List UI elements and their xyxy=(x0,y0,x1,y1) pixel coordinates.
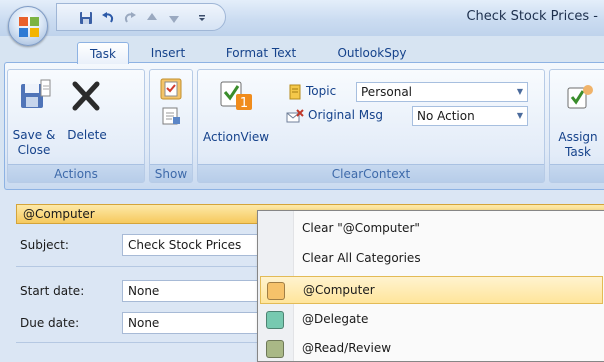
actionview-button[interactable]: ActionView xyxy=(202,130,270,145)
show-group: Show xyxy=(149,69,193,183)
clearcontext-group-label: ClearContext xyxy=(198,164,544,182)
tab-task[interactable]: Task xyxy=(77,42,129,64)
actions-group: Save & Close Delete Actions xyxy=(7,69,145,183)
menu-item-clear-all-categories[interactable]: Clear All Categories xyxy=(260,245,603,273)
topic-icon xyxy=(289,84,301,100)
save-close-button[interactable]: Save & Close xyxy=(10,128,58,158)
actions-group-label: Actions xyxy=(8,164,144,182)
topic-select-value: Personal xyxy=(361,85,413,99)
menu-item-category-delegate[interactable]: @Delegate xyxy=(260,306,603,334)
down-arrow-icon[interactable] xyxy=(167,11,181,25)
assign-group-label xyxy=(550,164,604,182)
tab-outlookspy[interactable]: OutlookSpy xyxy=(332,42,412,64)
title-bar: Check Stock Prices - xyxy=(0,0,604,36)
categorize-menu: Clear "@Computer" Clear All Categories @… xyxy=(257,210,604,362)
office-button[interactable] xyxy=(8,6,48,46)
delete-icon xyxy=(72,81,100,111)
original-msg-select[interactable]: No Action ▼ xyxy=(412,106,528,126)
topic-select[interactable]: Personal ▼ xyxy=(356,82,528,102)
assign-task-icon xyxy=(567,85,593,109)
task-view-icon[interactable] xyxy=(160,78,182,100)
assign-group: Assign Task xyxy=(549,69,604,183)
original-msg-select-value: No Action xyxy=(417,109,475,123)
assign-task-button[interactable]: Assign Task xyxy=(552,130,604,160)
save-close-icon xyxy=(21,79,51,108)
undo-icon[interactable] xyxy=(101,11,115,25)
menu-item-clear-category[interactable]: Clear "@Computer" xyxy=(260,215,603,243)
office-logo-icon xyxy=(19,17,39,37)
quick-access-toolbar xyxy=(56,3,226,31)
start-date-label: Start date: xyxy=(20,284,85,298)
due-date-label: Due date: xyxy=(20,316,80,330)
category-color-swatch xyxy=(267,282,285,300)
subject-label: Subject: xyxy=(20,238,69,252)
start-date-input[interactable]: None xyxy=(122,280,262,302)
menu-item-label: @Delegate xyxy=(302,312,369,326)
delete-button[interactable]: Delete xyxy=(64,128,110,143)
tab-insert[interactable]: Insert xyxy=(142,42,194,64)
svg-text:1: 1 xyxy=(240,96,248,111)
redo-icon[interactable] xyxy=(123,11,137,25)
category-color-swatch xyxy=(266,311,284,329)
original-msg-icon xyxy=(286,109,304,123)
chevron-down-icon: ▼ xyxy=(516,87,524,96)
actionview-icon: 1 xyxy=(220,81,252,111)
menu-item-label: @Read/Review xyxy=(302,341,392,355)
original-msg-label: Original Msg xyxy=(308,108,383,122)
chevron-down-icon: ▼ xyxy=(516,111,524,120)
window-title: Check Stock Prices - xyxy=(466,9,598,24)
menu-item-label: Clear "@Computer" xyxy=(302,221,420,235)
customize-qat-icon[interactable] xyxy=(195,11,209,25)
menu-item-label: @Computer xyxy=(303,283,375,297)
save-icon[interactable] xyxy=(79,11,93,25)
topic-label: Topic xyxy=(306,84,337,98)
category-color-swatch xyxy=(266,340,284,358)
due-date-input[interactable]: None xyxy=(122,312,262,334)
ribbon: Save & Close Delete Actions Show 1 Actio… xyxy=(4,62,604,190)
details-icon[interactable] xyxy=(160,106,182,126)
menu-item-label: Clear All Categories xyxy=(302,251,421,265)
up-arrow-icon[interactable] xyxy=(145,11,159,25)
ribbon-tabs: Task Insert Format Text OutlookSpy xyxy=(0,36,604,64)
tab-format-text[interactable]: Format Text xyxy=(220,42,302,64)
show-group-label: Show xyxy=(150,164,192,182)
menu-item-category-read-review[interactable]: @Read/Review xyxy=(260,335,603,362)
clearcontext-group: 1 ActionView Topic Personal ▼ Original M… xyxy=(197,69,545,183)
menu-item-category-computer[interactable]: @Computer xyxy=(260,276,603,304)
